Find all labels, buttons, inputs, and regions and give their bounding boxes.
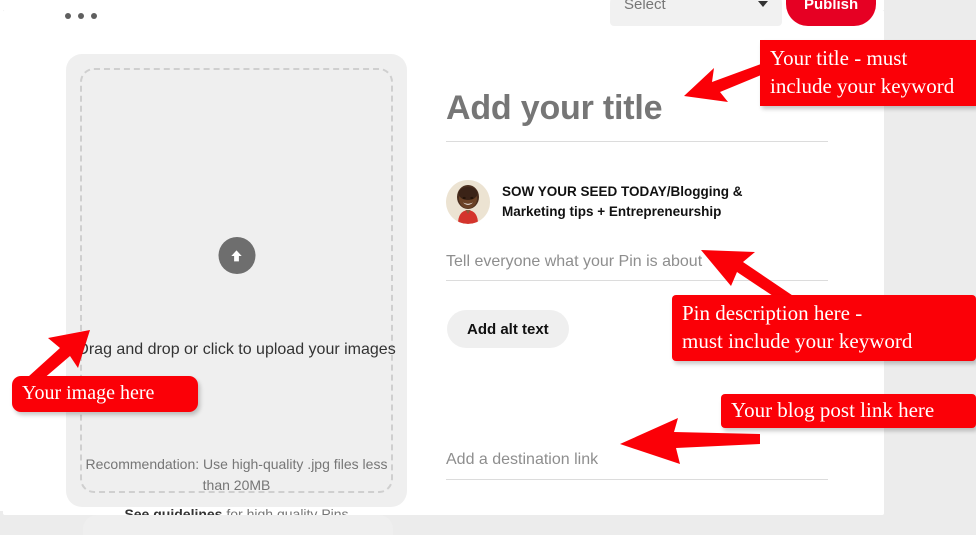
pin-builder-card: Select Publish Drag and drop or click to…: [3, 0, 884, 535]
board-select-value: Select: [624, 0, 666, 13]
dropzone-primary-text: Drag and drop or click to upload your im…: [77, 341, 396, 358]
destination-link-underline: [446, 479, 828, 480]
app-screen: Select Publish Drag and drop or click to…: [0, 0, 976, 535]
chevron-down-icon: [758, 1, 768, 7]
pin-title-input[interactable]: Add your title: [446, 89, 663, 128]
dropzone-recommendation-text: Recommendation: Use high-quality .jpg fi…: [85, 456, 388, 493]
annotation-image-label: Your image here: [12, 376, 198, 412]
publish-button[interactable]: Publish: [786, 0, 877, 26]
destination-link-input[interactable]: Add a destination link: [446, 451, 598, 469]
annotation-blog-label: Your blog post link here: [721, 394, 976, 428]
below-upload-partial-panel: [83, 515, 393, 535]
upload-arrow-icon: [218, 237, 255, 274]
overflow-dot: [91, 13, 97, 19]
pin-description-input[interactable]: Tell everyone what your Pin is about: [446, 253, 702, 271]
annotation-title-label: Your title - must include your keyword: [760, 40, 976, 106]
pin-title-underline: [446, 141, 828, 142]
dropzone-dashed-border: [80, 68, 393, 493]
add-alt-text-button[interactable]: Add alt text: [447, 310, 569, 348]
top-controls: Select Publish: [610, 0, 877, 26]
image-upload-dropzone[interactable]: Drag and drop or click to upload your im…: [66, 54, 407, 522]
avatar[interactable]: [446, 180, 490, 224]
account-row: SOW YOUR SEED TODAY/Blogging & Marketing…: [446, 180, 836, 224]
overflow-dot: [65, 13, 71, 19]
account-name: SOW YOUR SEED TODAY/Blogging & Marketing…: [502, 184, 743, 219]
pin-description-underline: [446, 280, 828, 281]
overflow-menu-button[interactable]: [65, 5, 97, 19]
annotation-description-label: Pin description here - must include your…: [672, 295, 976, 361]
overflow-dot: [78, 13, 84, 19]
board-select-dropdown[interactable]: Select: [610, 0, 782, 26]
